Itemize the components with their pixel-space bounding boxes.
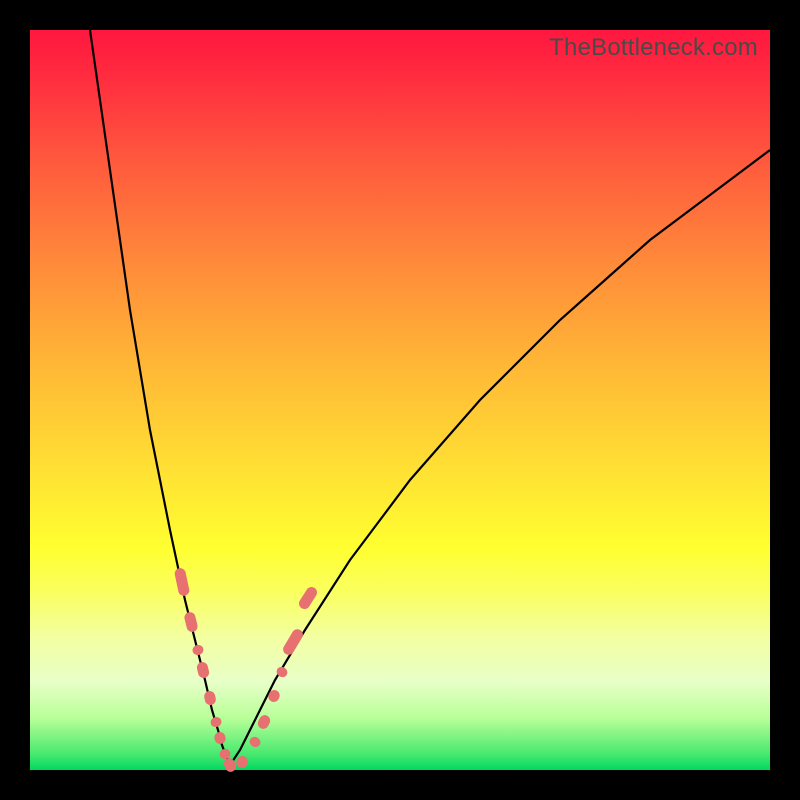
bead xyxy=(256,713,272,730)
bead xyxy=(191,644,204,656)
bead xyxy=(196,661,211,679)
bead xyxy=(183,611,199,633)
bead xyxy=(174,567,191,597)
right-curve xyxy=(230,150,770,765)
bead xyxy=(248,735,262,749)
bead xyxy=(297,585,319,611)
bead xyxy=(203,690,217,706)
bead xyxy=(209,716,222,729)
chart-frame: TheBottleneck.com xyxy=(0,0,800,800)
left-curve xyxy=(90,30,230,765)
plot-area: TheBottleneck.com xyxy=(30,30,770,770)
bead xyxy=(213,731,227,745)
curve-layer xyxy=(30,30,770,770)
bead xyxy=(281,627,305,657)
beads-left xyxy=(174,567,238,773)
